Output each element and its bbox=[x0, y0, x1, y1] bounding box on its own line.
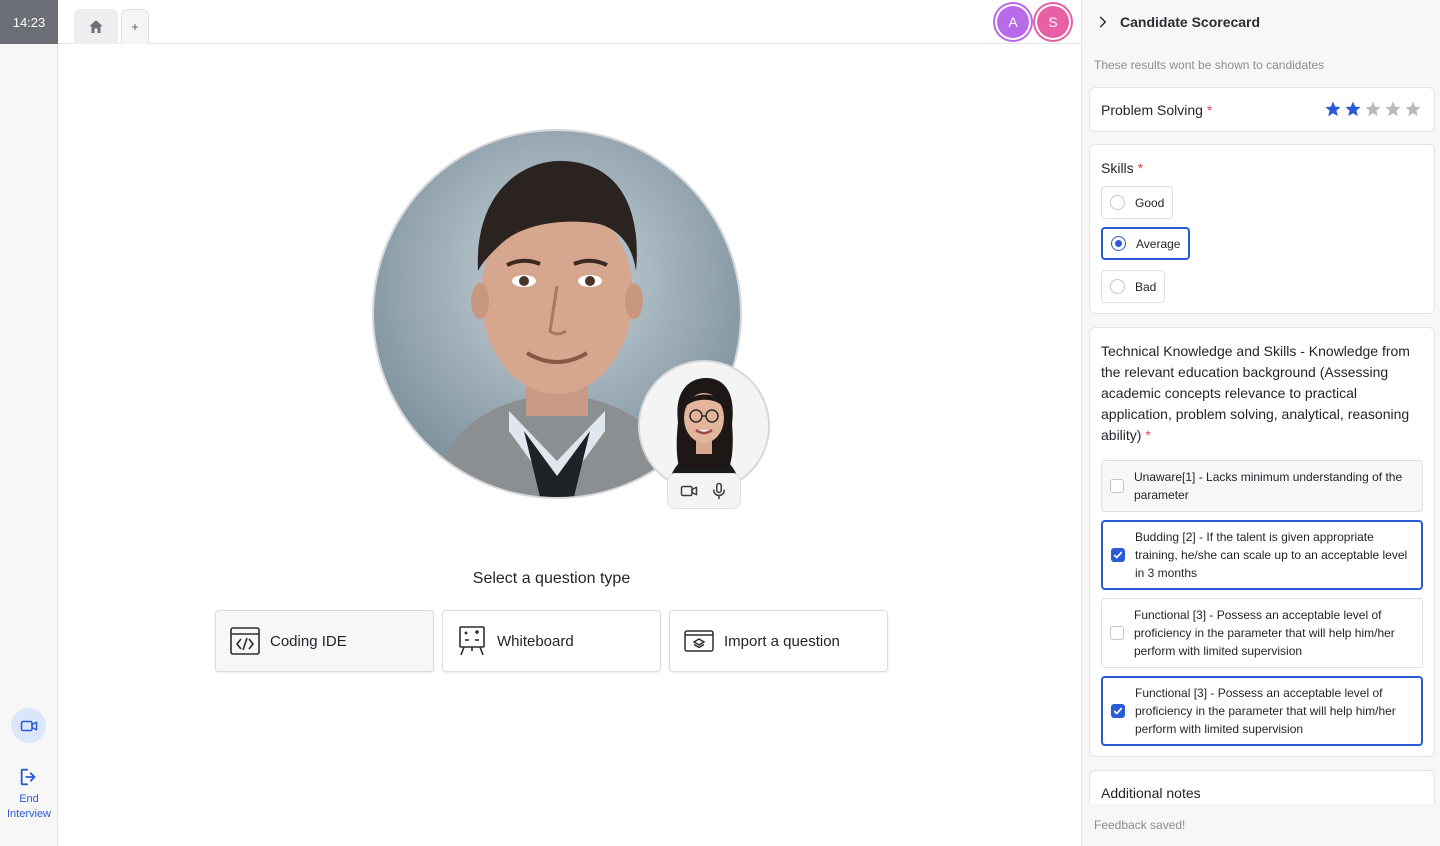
star-filled-icon[interactable] bbox=[1344, 100, 1362, 118]
question-type-label: Import a question bbox=[724, 632, 840, 650]
whiteboard-icon bbox=[459, 626, 485, 656]
microphone-icon bbox=[713, 482, 725, 500]
camera-toggle-button[interactable] bbox=[680, 482, 698, 500]
scorecard-privacy-note: These results wont be shown to candidate… bbox=[1094, 58, 1325, 72]
question-type-label: Whiteboard bbox=[497, 632, 574, 650]
checkbox[interactable] bbox=[1111, 548, 1125, 562]
required-mark: * bbox=[1137, 160, 1144, 176]
question-type-label: Coding IDE bbox=[270, 632, 347, 650]
question-type-coding-ide[interactable]: Coding IDE bbox=[215, 610, 434, 672]
skills-card: Skills * Good Average Bad bbox=[1089, 144, 1435, 314]
star-empty-icon[interactable] bbox=[1384, 100, 1402, 118]
additional-notes-label: Additional notes bbox=[1101, 785, 1201, 801]
skills-option-label: Average bbox=[1136, 236, 1181, 251]
checkbox[interactable] bbox=[1110, 479, 1124, 493]
technical-option-label: Functional [3] - Possess an acceptable l… bbox=[1134, 608, 1395, 658]
add-tab-button[interactable]: + bbox=[121, 9, 149, 44]
scorecard-footer: Feedback saved! bbox=[1082, 804, 1440, 846]
problem-solving-label: Problem Solving * bbox=[1101, 102, 1213, 118]
technical-option[interactable]: Functional [3] - Possess an acceptable l… bbox=[1101, 676, 1423, 746]
star-filled-icon[interactable] bbox=[1324, 100, 1342, 118]
left-rail: 14:23 End Interview bbox=[0, 0, 58, 846]
code-icon bbox=[230, 627, 260, 655]
interviewer-photo bbox=[640, 362, 768, 490]
end-interview-button[interactable]: End Interview bbox=[0, 766, 58, 822]
chevron-right-icon[interactable] bbox=[1096, 15, 1110, 29]
skills-label: Skills * bbox=[1101, 160, 1144, 176]
skills-option-label: Bad bbox=[1135, 279, 1157, 294]
question-type-title: Select a question type bbox=[472, 570, 631, 587]
scorecard-title: Candidate Scorecard bbox=[1120, 14, 1261, 30]
video-toggle-button[interactable] bbox=[11, 708, 46, 743]
top-bar: + A S bbox=[58, 0, 1081, 44]
checkbox[interactable] bbox=[1110, 626, 1124, 640]
technical-knowledge-card: Technical Knowledge and Skills - Knowled… bbox=[1089, 327, 1435, 757]
star-rating[interactable] bbox=[1324, 100, 1422, 118]
technical-knowledge-label: Technical Knowledge and Skills - Knowled… bbox=[1101, 343, 1410, 443]
skills-option-bad[interactable]: Bad bbox=[1101, 270, 1166, 303]
checkbox[interactable] bbox=[1111, 704, 1125, 718]
problem-solving-card: Problem Solving * bbox=[1089, 87, 1435, 132]
scorecard-panel: Candidate Scorecard These results wont b… bbox=[1081, 0, 1440, 846]
video-camera-icon bbox=[20, 720, 37, 731]
required-mark: * bbox=[1206, 102, 1213, 118]
skills-option-good[interactable]: Good bbox=[1101, 186, 1174, 219]
home-icon bbox=[89, 19, 103, 33]
interview-app: 14:23 End Interview + A S Select a quest… bbox=[0, 0, 1440, 846]
checkmark-icon bbox=[1113, 707, 1123, 715]
video-camera-icon bbox=[680, 485, 698, 497]
technical-option-label: Unaware[1] - Lacks minimum understanding… bbox=[1134, 470, 1403, 502]
skills-option-average[interactable]: Average bbox=[1101, 227, 1191, 260]
microphone-toggle-button[interactable] bbox=[710, 482, 728, 500]
required-mark: * bbox=[1145, 427, 1151, 443]
technical-option[interactable]: Budding [2] - If the talent is given app… bbox=[1101, 520, 1423, 590]
technical-option[interactable]: Unaware[1] - Lacks minimum understanding… bbox=[1101, 460, 1423, 512]
radio-button[interactable] bbox=[1110, 195, 1125, 210]
video-stage: Select a question type Coding IDE Whiteb… bbox=[58, 44, 1081, 846]
end-interview-label: End Interview bbox=[6, 793, 52, 820]
media-controls bbox=[667, 473, 741, 509]
participant-avatar-a[interactable]: A bbox=[997, 6, 1029, 38]
question-type-whiteboard[interactable]: Whiteboard bbox=[442, 610, 661, 672]
technical-option-label: Budding [2] - If the talent is given app… bbox=[1135, 530, 1408, 580]
question-type-import[interactable]: Import a question bbox=[669, 610, 888, 672]
technical-option[interactable]: Functional [3] - Possess an acceptable l… bbox=[1101, 598, 1423, 668]
tab-home[interactable] bbox=[74, 9, 118, 44]
skills-option-label: Good bbox=[1135, 195, 1165, 210]
technical-option-label: Functional [3] - Possess an acceptable l… bbox=[1135, 686, 1396, 736]
scorecard-header[interactable]: Candidate Scorecard bbox=[1082, 0, 1440, 44]
interview-timer: 14:23 bbox=[0, 0, 58, 44]
exit-icon bbox=[20, 768, 36, 786]
star-empty-icon[interactable] bbox=[1404, 100, 1422, 118]
star-empty-icon[interactable] bbox=[1364, 100, 1382, 118]
participant-avatar-s[interactable]: S bbox=[1037, 6, 1069, 38]
import-icon bbox=[684, 630, 714, 652]
radio-button[interactable] bbox=[1110, 279, 1125, 294]
radio-button[interactable] bbox=[1111, 236, 1126, 251]
checkmark-icon bbox=[1113, 551, 1123, 559]
feedback-saved-status: Feedback saved! bbox=[1094, 818, 1186, 832]
